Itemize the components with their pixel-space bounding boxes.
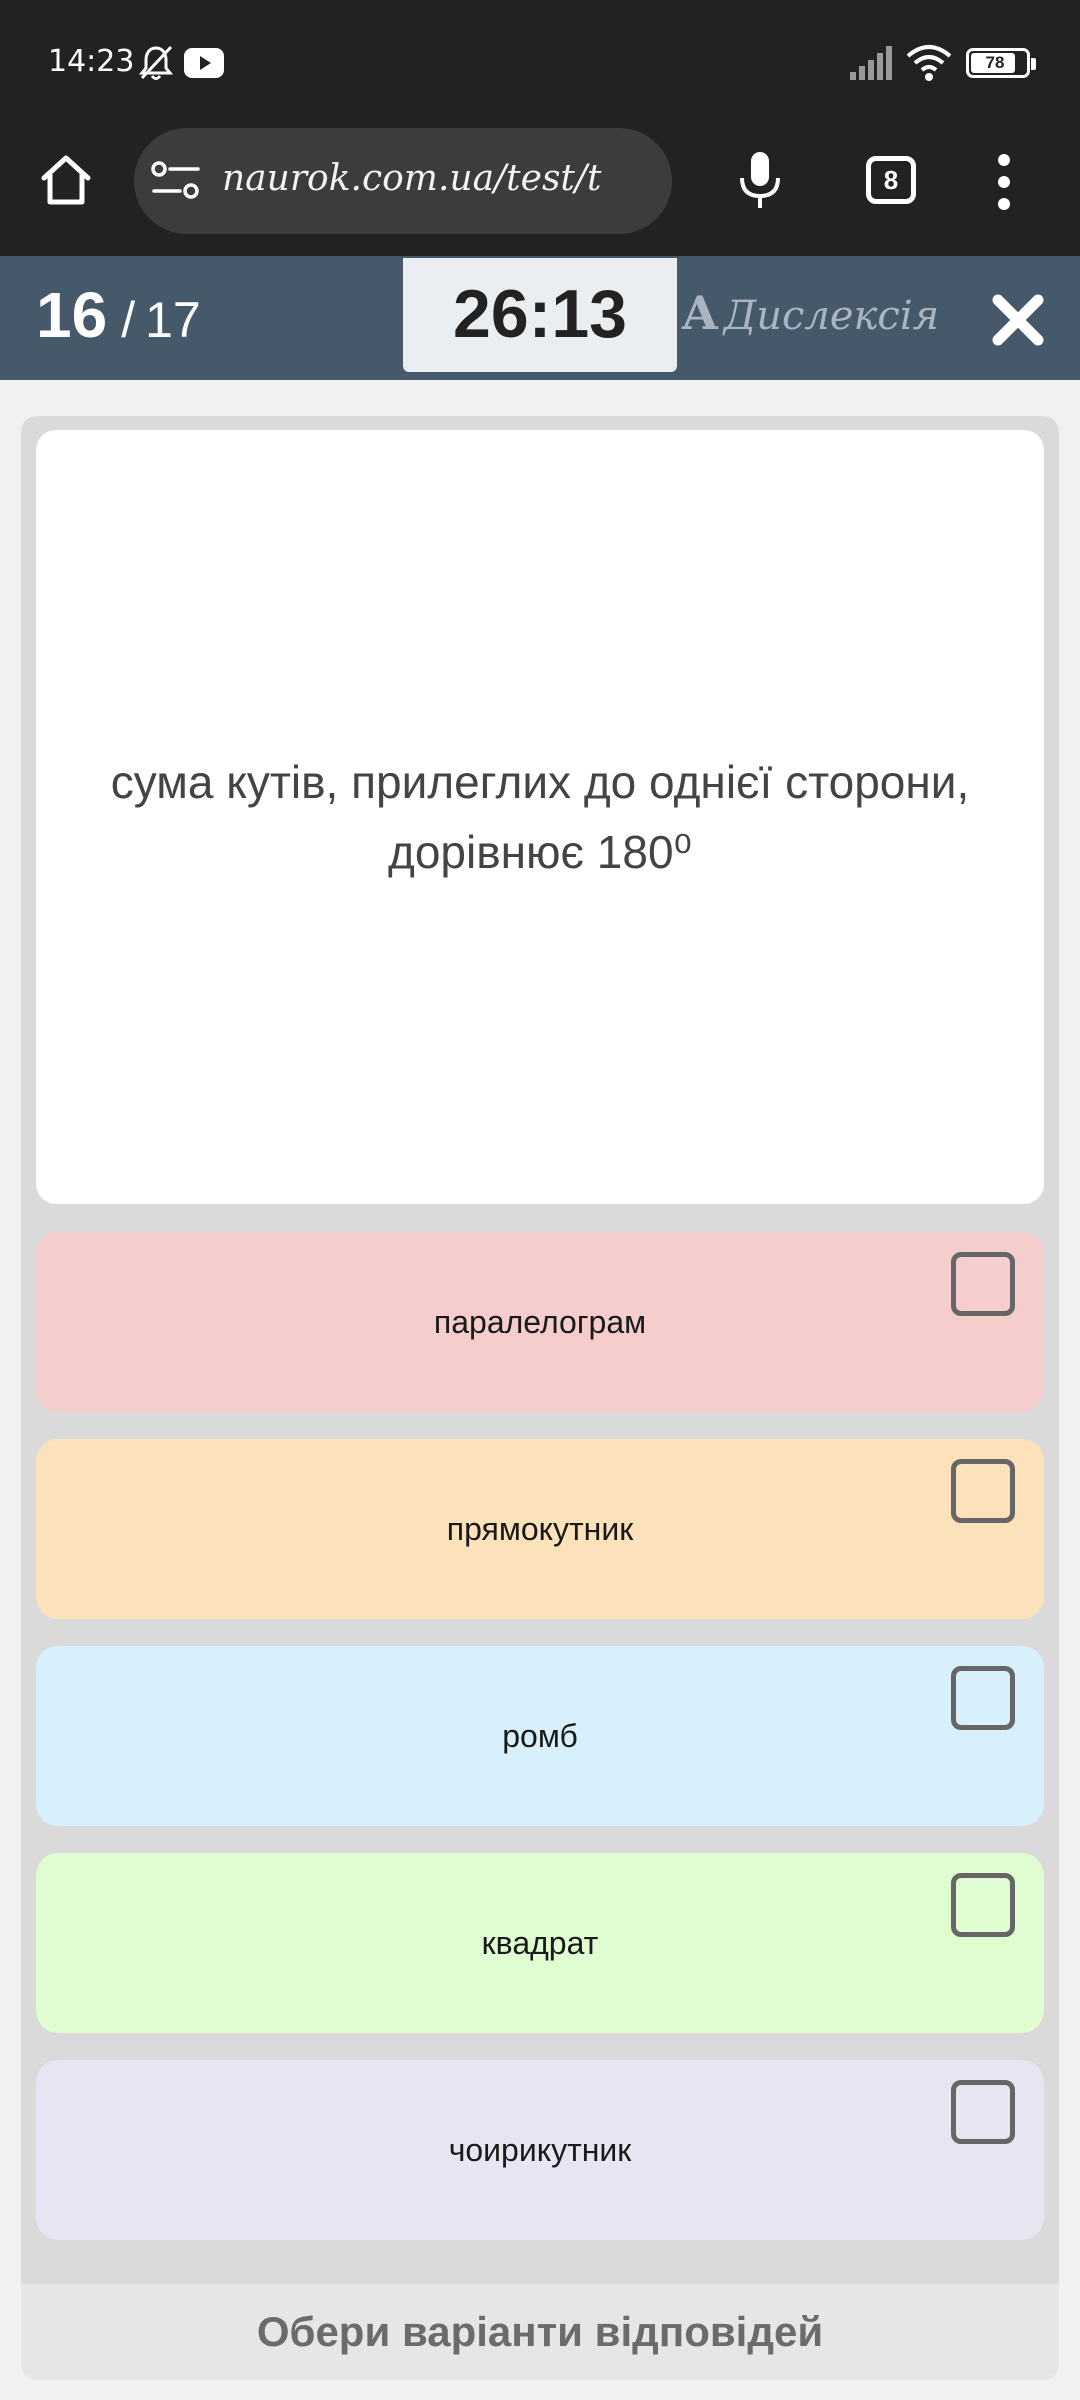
answer-option-label: ромб [502, 1717, 578, 1754]
question-box: сума кутів, прилеглих до однієї сторони,… [36, 430, 1044, 1204]
progress-separator: / [121, 292, 136, 348]
answer-checkbox[interactable] [951, 1252, 1015, 1316]
answer-option-4[interactable]: квадрат [36, 1853, 1044, 2033]
answer-option-5[interactable]: чоирикутник [36, 2060, 1044, 2240]
answer-checkbox[interactable] [951, 2080, 1015, 2144]
dyslexia-label: Дислексія [723, 293, 940, 339]
youtube-icon [184, 48, 224, 78]
browser-toolbar: naurok.com.ua/test/t 8 [0, 128, 1080, 256]
answer-option-label: прямокутник [446, 1510, 634, 1547]
close-icon[interactable] [990, 292, 1046, 348]
signal-icon [850, 46, 892, 80]
question-text: сума кутів, прилеглих до однієї сторони,… [110, 756, 970, 878]
url-text[interactable]: naurok.com.ua/test/t [222, 158, 601, 199]
address-bar[interactable]: naurok.com.ua/test/t [134, 128, 672, 234]
answer-option-3[interactable]: ромб [36, 1646, 1044, 1826]
tab-count: 8 [883, 165, 899, 195]
answer-option-2[interactable]: прямокутник [36, 1439, 1044, 1619]
battery-icon: 78 [966, 48, 1036, 78]
dyslexia-glyph: A [682, 286, 718, 340]
submit-answers-button[interactable]: Обери варіанти відповідей [21, 2284, 1059, 2380]
wifi-icon [906, 45, 952, 81]
dyslexia-toggle[interactable]: A Дислексія [682, 286, 939, 340]
answer-checkbox[interactable] [951, 1873, 1015, 1937]
answer-checkbox[interactable] [951, 1666, 1015, 1730]
current-question-number: 16 [36, 279, 108, 351]
answer-option-label: чоирикутник [448, 2131, 632, 2168]
answer-checkbox[interactable] [951, 1459, 1015, 1523]
test-header: 16/17 26:13 A Дислексія [0, 256, 1080, 380]
answer-option-label: квадрат [481, 1924, 599, 1961]
countdown-timer: 26:13 [403, 258, 677, 372]
status-time: 14:23 [48, 44, 135, 79]
battery-level: 78 [985, 53, 1005, 72]
mic-icon[interactable] [736, 150, 784, 210]
site-settings-icon[interactable] [150, 160, 202, 200]
status-bar: 14:23 78 [0, 0, 1080, 128]
url-fade [632, 128, 672, 234]
tabs-icon[interactable]: 8 [866, 156, 916, 204]
more-vert-icon[interactable] [992, 152, 1016, 212]
question-progress: 16/17 [36, 278, 201, 352]
bell-off-icon [138, 45, 174, 80]
answer-option-label: паралелограм [433, 1303, 647, 1340]
home-icon[interactable] [36, 150, 96, 210]
answer-option-1[interactable]: паралелограм [36, 1232, 1044, 1412]
total-questions: 17 [145, 292, 201, 348]
quiz-card: сума кутів, прилеглих до однієї сторони,… [21, 416, 1059, 2380]
